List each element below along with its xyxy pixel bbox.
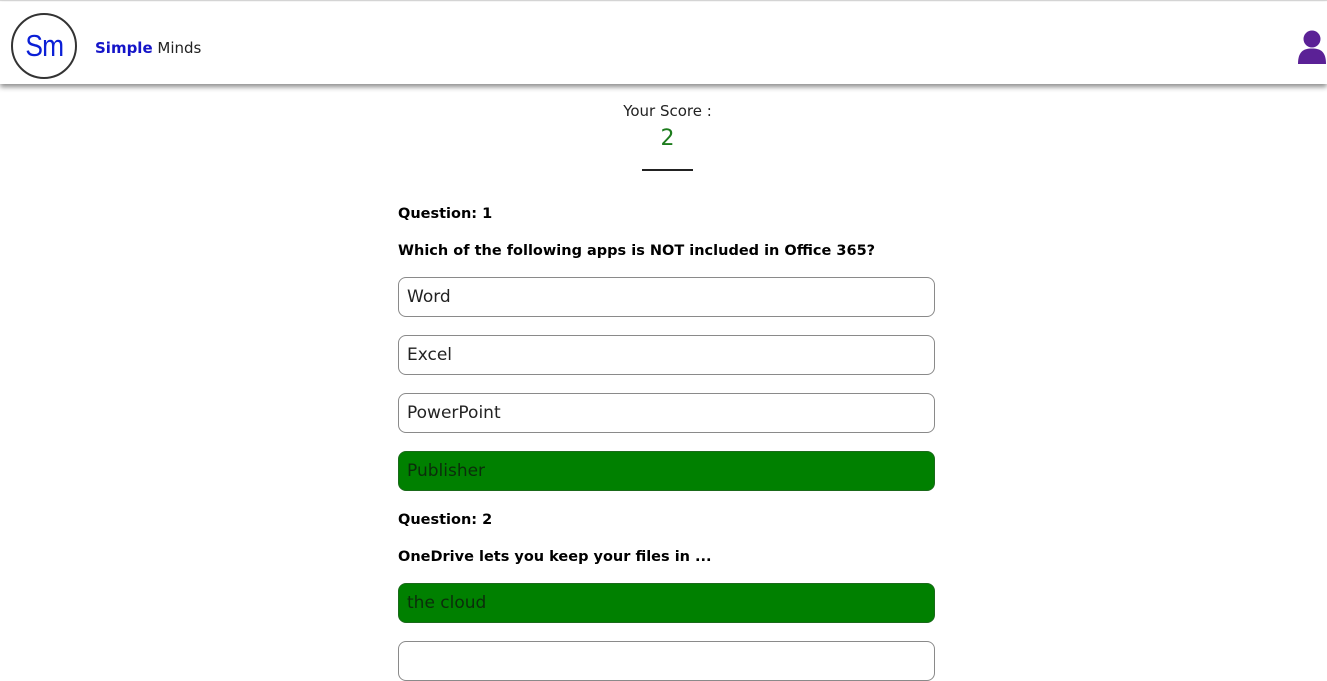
logo[interactable]: Sm: [11, 13, 77, 79]
navbar: Sm Simple Minds: [0, 2, 1327, 84]
score-divider: [642, 169, 693, 171]
question-1-number: Question: 1: [398, 206, 493, 222]
user-icon[interactable]: [1297, 30, 1327, 64]
top-border: [0, 0, 1327, 1]
question-2-option-2[interactable]: [398, 641, 935, 681]
question-1-option-3[interactable]: PowerPoint: [398, 393, 935, 433]
logo-text: Sm: [25, 28, 64, 63]
question-1-text: Which of the following apps is NOT inclu…: [398, 243, 876, 259]
question-1-option-4[interactable]: Publisher: [398, 451, 935, 491]
question-1-option-2[interactable]: Excel: [398, 335, 935, 375]
question-2-option-1[interactable]: the cloud: [398, 583, 935, 623]
score-label: Your Score :: [623, 102, 712, 120]
question-2-text: OneDrive lets you keep your files in ...: [398, 549, 712, 565]
brand-name-bold: Simple: [95, 39, 153, 57]
score-value: 2: [660, 126, 675, 151]
quiz-results: Your Score : 2 Question: 1 Which of the …: [0, 84, 1327, 681]
brand-name-light: Minds: [157, 39, 202, 57]
question-1-option-1[interactable]: Word: [398, 277, 935, 317]
question-2-number: Question: 2: [398, 512, 493, 528]
brand-name[interactable]: Simple Minds: [95, 39, 201, 57]
